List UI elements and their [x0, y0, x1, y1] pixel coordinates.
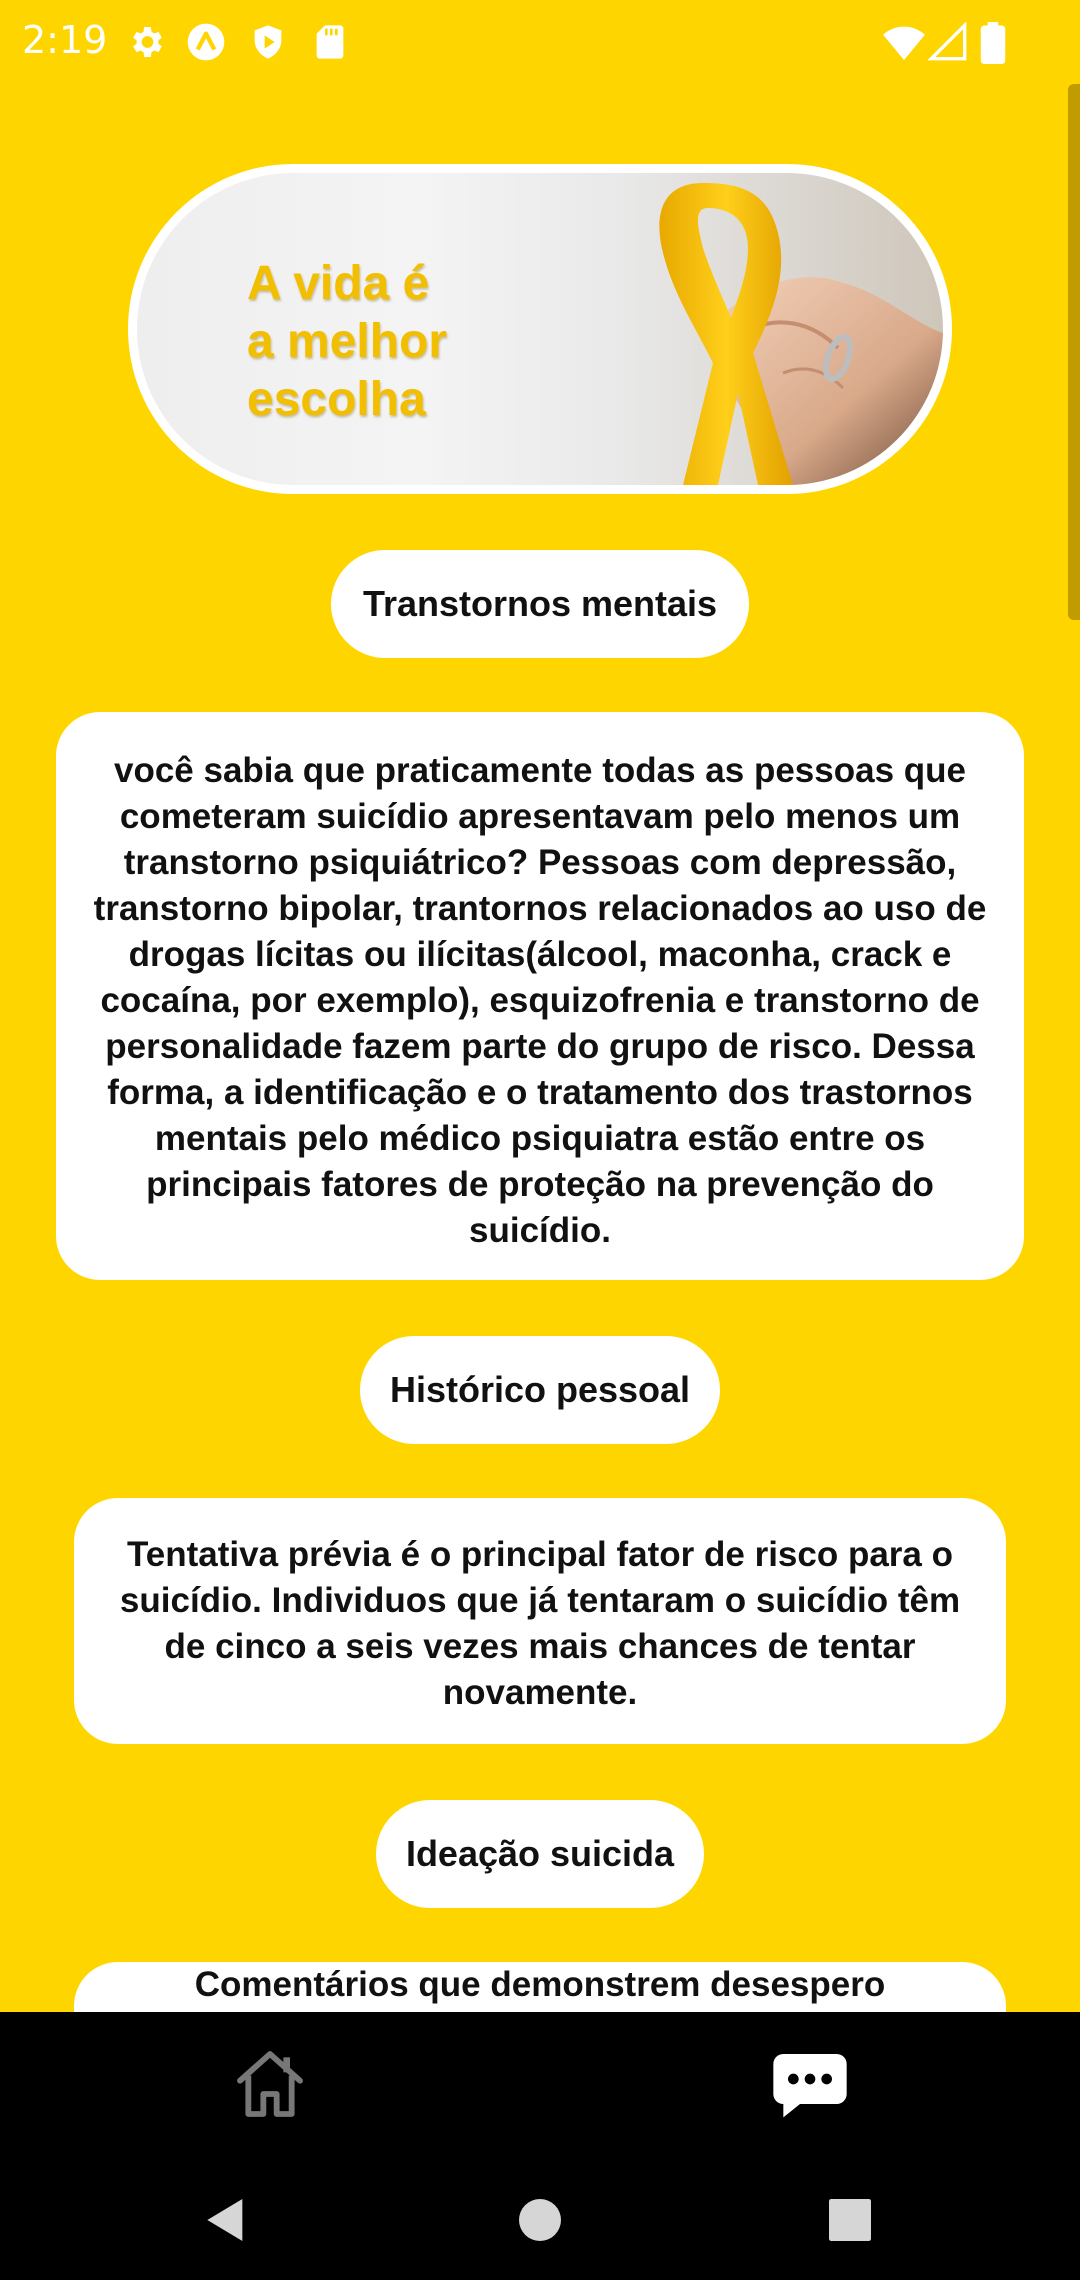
section-title-ideacao-suicida: Ideação suicida — [376, 1800, 704, 1908]
battery-icon — [980, 22, 1006, 64]
back-icon[interactable] — [198, 2192, 254, 2248]
bottom-navigation — [0, 2012, 1080, 2280]
chat-icon[interactable] — [770, 2044, 850, 2124]
banner: A vida é a melhor escolha — [128, 164, 952, 494]
home-icon[interactable] — [230, 2044, 310, 2124]
wifi-icon — [883, 26, 925, 61]
yellow-ribbon-hand-image — [659, 183, 943, 485]
section-card-historico-pessoal: Tentativa prévia é o principal fator de … — [74, 1498, 1006, 1744]
home-circle-icon[interactable] — [512, 2192, 568, 2248]
notification-a-icon — [187, 23, 225, 61]
section-card-transtornos-mentais: você sabia que praticamente todas as pes… — [56, 712, 1024, 1280]
sd-card-icon — [316, 25, 344, 59]
banner-slogan: A vida é a melhor escolha — [247, 257, 448, 426]
shield-play-icon — [254, 25, 282, 59]
status-bar: 2:19 — [0, 0, 1080, 84]
settings-icon — [133, 27, 162, 57]
section-title-historico-pessoal: Histórico pessoal — [360, 1336, 720, 1444]
banner-image-frame: A vida é a melhor escolha — [137, 173, 943, 485]
section-title-transtornos-mentais: Transtornos mentais — [331, 550, 749, 658]
section-card-ideacao-suicida-text: Comentários que demonstrem desespero — [194, 1965, 886, 2004]
recents-icon[interactable] — [822, 2192, 878, 2248]
signal-icon — [928, 22, 967, 61]
status-time: 2:19 — [22, 18, 108, 62]
scroll-indicator[interactable] — [1068, 84, 1080, 620]
